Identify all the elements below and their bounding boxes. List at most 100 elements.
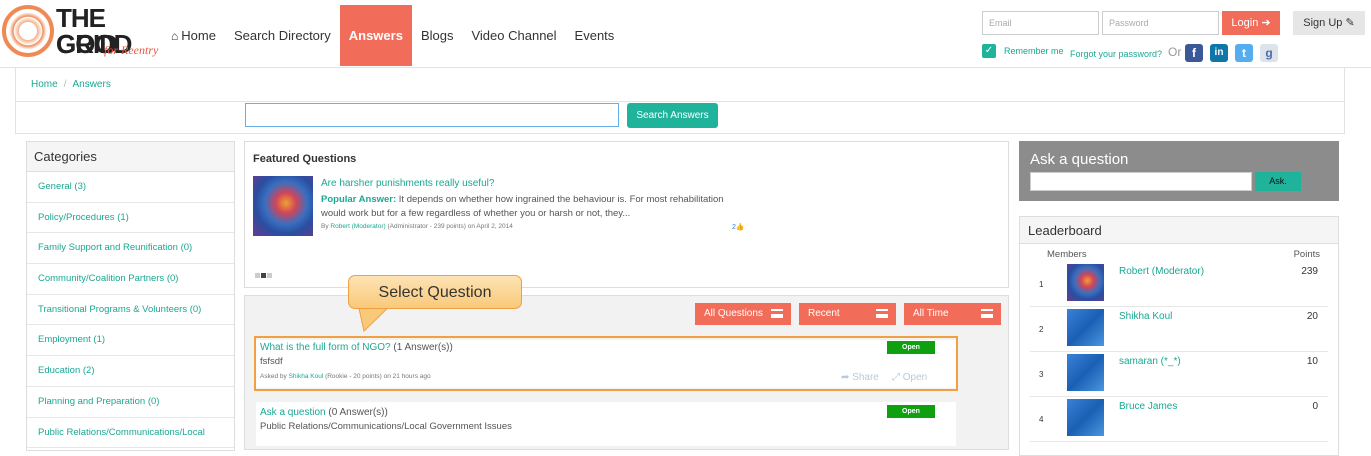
tutorial-highlight-box <box>254 336 958 391</box>
category-item[interactable]: Public Relations/Communications/Local <box>27 418 234 449</box>
leaderboard-title: Leaderboard <box>1020 217 1338 244</box>
question-body: Public Relations/Communications/Local Go… <box>260 421 512 432</box>
menu-icon <box>981 309 993 318</box>
category-item[interactable]: Planning and Preparation (0) <box>27 387 234 418</box>
login-icon: ➔ <box>1261 17 1271 29</box>
filter-label: Recent <box>808 308 840 319</box>
linkedin-icon[interactable]: in <box>1210 44 1228 62</box>
ask-question-input[interactable] <box>1030 172 1252 191</box>
member-name-link[interactable]: Bruce James <box>1119 401 1177 412</box>
breadcrumb-separator: / <box>63 79 67 90</box>
answer-count: (0 Answer(s)) <box>328 407 388 418</box>
top-bar: THE GOOD GRID for Reentry ⌂ Home Search D… <box>0 0 1371 68</box>
rank: 3 <box>1039 370 1044 379</box>
avatar[interactable] <box>1067 399 1104 436</box>
carousel-dot[interactable] <box>255 273 260 278</box>
carousel-dot[interactable] <box>267 273 272 278</box>
ask-button[interactable]: Ask. <box>1255 172 1301 191</box>
search-answers-button[interactable]: Search Answers <box>627 103 718 128</box>
signup-button[interactable]: Sign Up ✎ <box>1293 11 1365 35</box>
carousel-dot-active[interactable] <box>261 273 266 278</box>
login-label: Login <box>1231 17 1259 29</box>
leaderboard-panel: Leaderboard Members Points 1 Robert (Mod… <box>1019 216 1339 456</box>
remember-checkbox[interactable]: ✓ <box>982 44 996 58</box>
category-item[interactable]: Policy/Procedures (1) <box>27 203 234 234</box>
or-label: Or <box>1168 45 1182 59</box>
breadcrumb: Home / Answers <box>15 68 1345 102</box>
ask-title: Ask a question <box>1030 151 1129 168</box>
popular-answer: Popular Answer: It depends on whether ho… <box>321 193 751 221</box>
featured-by: By <box>321 223 329 230</box>
member-name-link[interactable]: samaran (*_*) <box>1119 356 1181 367</box>
site-logo[interactable]: THE GOOD GRID for Reentry <box>2 3 162 63</box>
categories-panel: Categories General (3) Policy/Procedures… <box>26 141 235 451</box>
edit-icon: ✎ <box>1345 17 1355 29</box>
filter-label: All Questions <box>704 308 763 319</box>
breadcrumb-home[interactable]: Home <box>31 79 58 90</box>
facebook-icon[interactable]: f <box>1185 44 1203 62</box>
points-header: Points <box>1293 249 1320 260</box>
member-name-link[interactable]: Robert (Moderator) <box>1119 266 1204 277</box>
category-item[interactable]: Transitional Programs & Volunteers (0) <box>27 295 234 326</box>
nav-answers[interactable]: Answers <box>339 5 412 66</box>
featured-date: on April 2, 2014 <box>467 223 513 230</box>
filter-all-questions[interactable]: All Questions <box>695 303 791 325</box>
password-field[interactable]: Password <box>1102 11 1219 35</box>
nav-blogs[interactable]: Blogs <box>412 5 463 66</box>
filter-recent[interactable]: Recent <box>799 303 896 325</box>
question-item[interactable]: Ask a question (0 Answer(s)) Public Rela… <box>256 402 956 446</box>
rank: 2 <box>1039 325 1044 334</box>
member-points: 10 <box>1306 356 1318 367</box>
featured-author-link[interactable]: Robert (Moderator) <box>330 223 385 230</box>
categories-title: Categories <box>27 142 234 172</box>
remember-me[interactable]: ✓ Remember me <box>982 44 1064 58</box>
featured-meta: By Robert (Moderator) (Administrator - 2… <box>321 223 513 230</box>
breadcrumb-answers[interactable]: Answers <box>72 79 110 90</box>
search-answers-input[interactable] <box>245 103 619 127</box>
ask-question-panel: Ask a question Ask. <box>1019 141 1339 201</box>
nav-home-label: Home <box>181 28 216 43</box>
remember-label: Remember me <box>1004 46 1064 56</box>
email-field[interactable]: Email <box>982 11 1099 35</box>
category-item[interactable]: Education (2) <box>27 356 234 387</box>
logo-tagline: for Reentry <box>104 43 159 57</box>
signup-label: Sign Up <box>1303 17 1343 29</box>
member-name-link[interactable]: Shikha Koul <box>1119 311 1172 322</box>
main-nav: ⌂ Home Search Directory Answers Blogs Vid… <box>162 5 623 66</box>
featured-question-link[interactable]: Are harsher punishments really useful? <box>321 178 494 189</box>
leaderboard-row: 2 Shikha Koul 20 <box>1030 307 1328 352</box>
featured-likes[interactable]: 2👍 <box>732 223 745 231</box>
leaderboard-row: 3 samaran (*_*) 10 <box>1030 352 1328 397</box>
nav-search-directory[interactable]: Search Directory <box>225 5 340 66</box>
featured-question-image[interactable] <box>253 176 313 236</box>
featured-author-role: (Administrator - 239 points) <box>387 223 466 230</box>
category-item[interactable]: General (3) <box>27 172 234 203</box>
forgot-password-link[interactable]: Forgot your password? <box>1070 49 1162 59</box>
home-icon: ⌂ <box>171 29 179 43</box>
member-points: 239 <box>1301 266 1318 277</box>
google-icon[interactable]: g <box>1260 44 1278 62</box>
menu-icon <box>771 309 783 318</box>
nav-video-channel[interactable]: Video Channel <box>462 5 565 66</box>
avatar[interactable] <box>1067 354 1104 391</box>
rank: 1 <box>1039 280 1044 289</box>
avatar[interactable] <box>1067 264 1104 301</box>
category-item[interactable]: Family Support and Reunification (0) <box>27 233 234 265</box>
tutorial-callout: Select Question <box>348 275 522 309</box>
nav-events[interactable]: Events <box>566 5 624 66</box>
members-header: Members <box>1047 249 1087 260</box>
status-badge: Open <box>887 405 935 418</box>
twitter-icon[interactable]: t <box>1235 44 1253 62</box>
question-title-line: Ask a question (0 Answer(s)) <box>260 407 952 418</box>
question-title-link[interactable]: Ask a question <box>260 407 326 418</box>
login-button[interactable]: Login ➔ <box>1222 11 1280 35</box>
category-item[interactable]: Employment (1) <box>27 325 234 357</box>
member-points: 0 <box>1312 401 1318 412</box>
category-item[interactable]: Community/Coalition Partners (0) <box>27 264 234 295</box>
nav-home[interactable]: ⌂ Home <box>162 5 225 66</box>
filter-all-time[interactable]: All Time <box>904 303 1001 325</box>
filter-label: All Time <box>913 308 949 319</box>
avatar[interactable] <box>1067 309 1104 346</box>
carousel-indicators <box>255 273 272 278</box>
featured-questions-panel: Featured Questions Are harsher punishmen… <box>244 141 1009 288</box>
